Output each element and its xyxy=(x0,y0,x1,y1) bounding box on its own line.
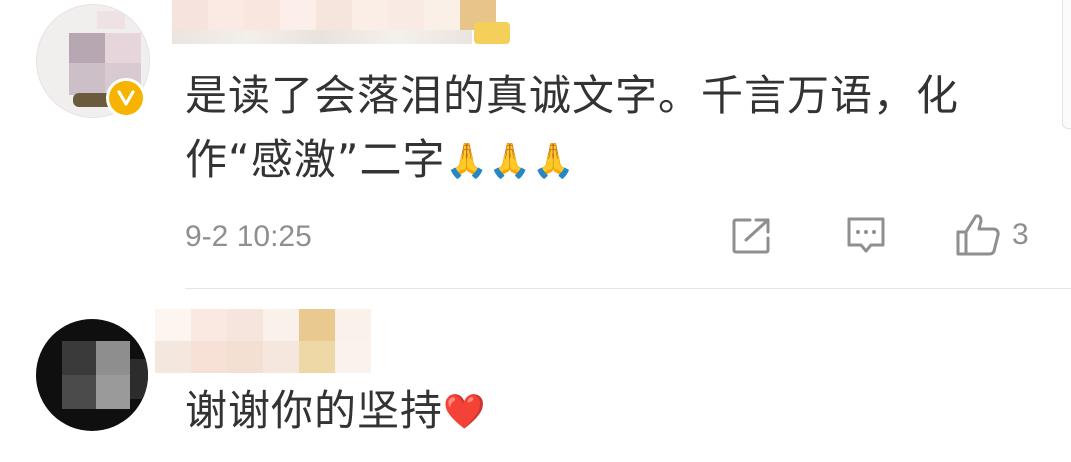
username-blur-trace xyxy=(172,30,472,44)
comment-text-segment: 谢谢你的坚持 xyxy=(185,386,444,435)
timestamp: 9-2 10:25 xyxy=(185,220,312,253)
pray-emoji: 🙏 xyxy=(445,141,489,181)
heart-emoji: ❤️ xyxy=(443,392,487,432)
thumbs-up-icon xyxy=(956,214,1000,256)
reply-button[interactable] xyxy=(844,214,888,256)
share-icon xyxy=(732,218,770,254)
comment-text: 是读了会落泪的真诚文字。千言万语，化 作“感激”二字🙏🙏🙏 xyxy=(185,64,1045,192)
verified-v-icon xyxy=(117,90,135,106)
comment-item: 谢谢你的坚持❤️ xyxy=(0,289,1071,462)
comment-text: 谢谢你的坚持❤️ xyxy=(185,379,486,443)
like-button[interactable]: 3 xyxy=(954,212,1029,258)
pray-emoji: 🙏 xyxy=(532,141,576,181)
pray-emoji: 🙏 xyxy=(488,141,533,181)
comment-text-line: 作“感激”二字🙏🙏🙏 xyxy=(185,128,1045,192)
level-badge xyxy=(474,22,510,44)
comment-icon xyxy=(847,217,885,253)
comment-item: 是读了会落泪的真诚文字。千言万语，化 作“感激”二字🙏🙏🙏 9-2 10:25 … xyxy=(0,0,1071,288)
avatar[interactable] xyxy=(36,319,148,431)
comment-text-segment: 作“感激”二字 xyxy=(185,135,446,184)
comment-text-line: 是读了会落泪的真诚文字。千言万语，化 xyxy=(185,71,960,120)
verified-badge xyxy=(106,78,146,118)
username-blurred[interactable] xyxy=(155,309,375,373)
share-button[interactable] xyxy=(730,216,774,256)
like-count: 3 xyxy=(1012,218,1029,251)
